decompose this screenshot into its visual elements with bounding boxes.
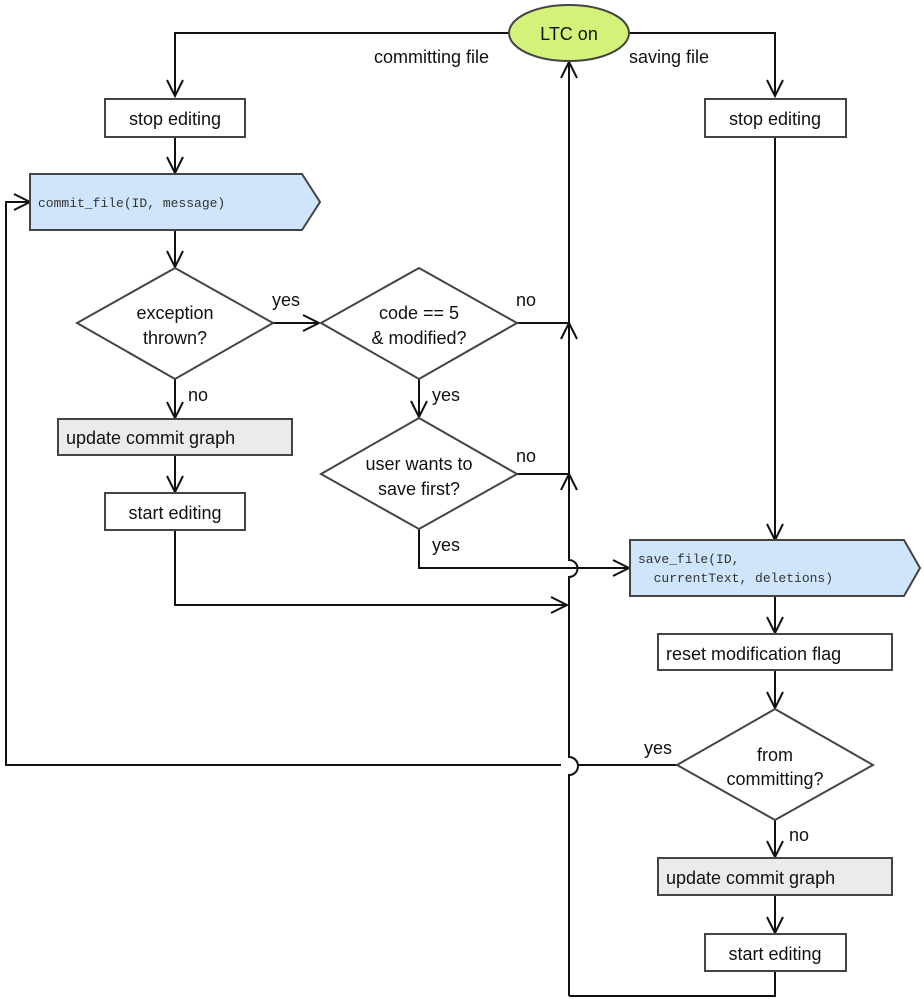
svg-text:save first?: save first? (378, 479, 460, 499)
node-code-modified: code == 5 & modified? (318, 266, 520, 381)
node-user-save-first: user wants to save first? (318, 416, 520, 531)
node-start-editing-left: start editing (104, 492, 246, 531)
node-reset-flag: reset modification flag (657, 633, 893, 671)
svg-text:update commit graph: update commit graph (666, 868, 835, 888)
svg-text:stop editing: stop editing (729, 109, 821, 129)
svg-text:start editing: start editing (128, 503, 221, 523)
svg-text:exception: exception (136, 303, 213, 323)
node-ltc-on: LTC on (508, 4, 630, 62)
edge-label-exception-no: no (188, 385, 208, 405)
node-stop-editing-left: stop editing (104, 98, 246, 138)
svg-text:start editing: start editing (728, 944, 821, 964)
svg-text:commit_file(ID, message): commit_file(ID, message) (38, 196, 225, 211)
svg-text:code == 5: code == 5 (379, 303, 459, 323)
node-stop-editing-right: stop editing (704, 98, 847, 138)
svg-text:thrown?: thrown? (143, 328, 207, 348)
edge-label-code-yes: yes (432, 385, 460, 405)
svg-text:stop editing: stop editing (129, 109, 221, 129)
svg-text:update commit graph: update commit graph (66, 428, 235, 448)
edge-label-from-yes: yes (644, 738, 672, 758)
node-commit-file: commit_file(ID, message) (29, 173, 322, 231)
svg-text:user wants to: user wants to (365, 454, 472, 474)
edge-return-to-ltc (568, 62, 579, 996)
svg-text:currentText, deletions): currentText, deletions) (638, 571, 833, 586)
node-start-editing-right: start editing (704, 933, 847, 972)
node-from-committing: from committing? (674, 707, 876, 822)
branch-label-saving: saving file (629, 47, 709, 67)
edge-start-right-return (569, 971, 776, 997)
branch-label-committing: committing file (374, 47, 489, 67)
node-exception-thrown: exception thrown? (74, 266, 276, 381)
svg-text:& modified?: & modified? (371, 328, 466, 348)
edge-label-user-yes: yes (432, 535, 460, 555)
svg-text:save_file(ID,: save_file(ID, (638, 552, 739, 567)
flowchart: LTC on committing file saving file stop … (5, 4, 922, 997)
node-update-graph-left: update commit graph (57, 418, 293, 456)
svg-text:committing?: committing? (726, 769, 823, 789)
edge-label-code-no: no (516, 290, 536, 310)
edge-label-from-no: no (789, 825, 809, 845)
node-save-file: save_file(ID, currentText, deletions) (629, 539, 922, 597)
edge-label-exception-yes: yes (272, 290, 300, 310)
svg-text:from: from (757, 745, 793, 765)
svg-text:reset modification flag: reset modification flag (666, 644, 841, 664)
edge-label-user-no: no (516, 446, 536, 466)
node-update-graph-right: update commit graph (657, 857, 893, 896)
ltc-on-label: LTC on (540, 24, 598, 44)
